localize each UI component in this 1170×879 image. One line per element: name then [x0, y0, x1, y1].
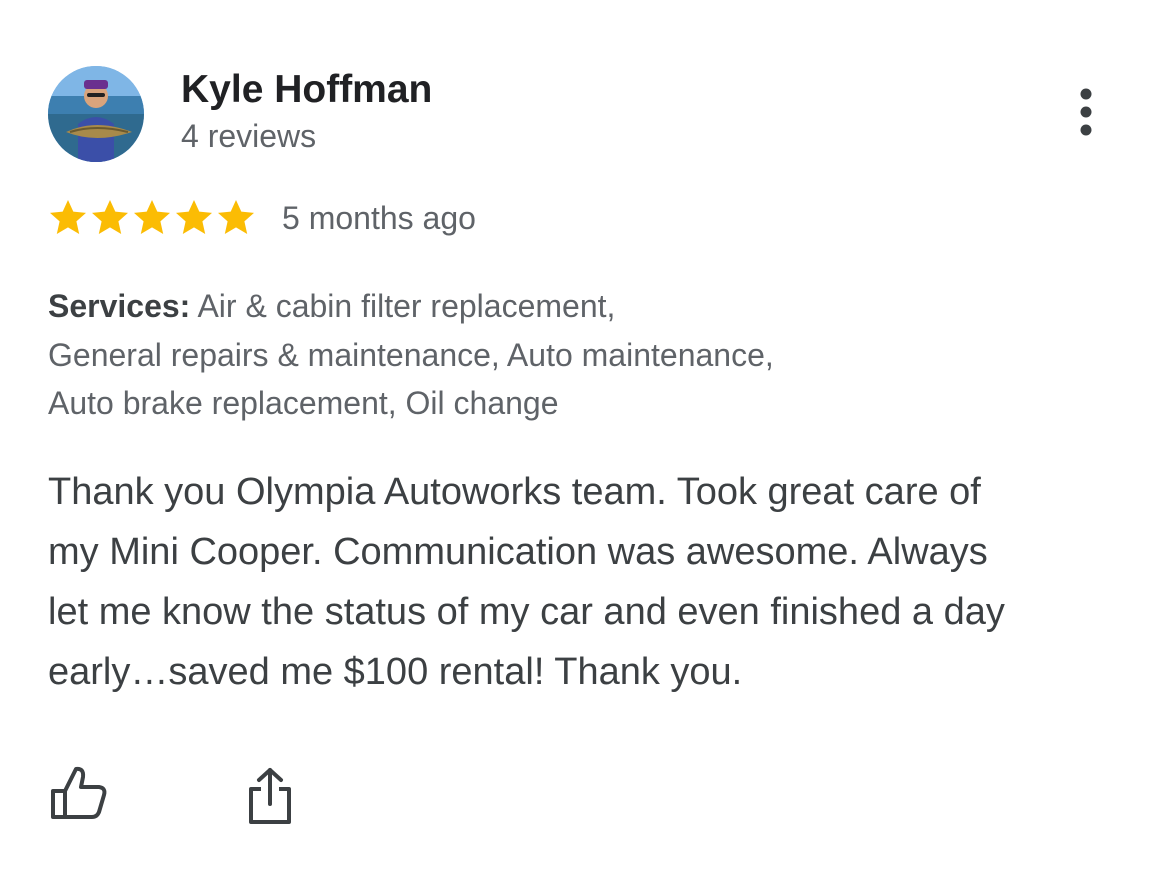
review-text-line: Thank you Olympia Autoworks team. Took g… [48, 471, 981, 513]
review-text: Thank you Olympia Autoworks team. Took g… [48, 462, 1138, 702]
review-text-line: let me know the status of my car and eve… [48, 591, 1005, 633]
review-text-line: early…saved me $100 rental! Thank you. [48, 651, 743, 693]
author-review-count[interactable]: 4 reviews [181, 116, 316, 156]
avatar-image [48, 66, 144, 162]
services-value: Air & cabin filter replacement, [190, 288, 616, 324]
star-rating [48, 198, 256, 238]
thumbs-up-icon [51, 766, 107, 819]
services-label: Services: [48, 288, 191, 324]
rating-row: 5 months ago [48, 196, 476, 240]
share-button[interactable] [244, 766, 296, 826]
star-icon [50, 200, 86, 234]
star-icon [92, 200, 128, 234]
services-value: General repairs & maintenance, Auto main… [48, 336, 774, 373]
avatar[interactable] [48, 66, 144, 162]
star-icon [218, 200, 254, 234]
star-icon [176, 200, 212, 234]
more-vert-icon [1080, 88, 1092, 136]
like-button[interactable] [48, 764, 112, 824]
services-list: Services: Air & cabin filter replacement… [48, 282, 908, 428]
review-card: Kyle Hoffman 4 reviews 5 months ago Serv… [0, 0, 1170, 879]
services-line: Services: Air & cabin filter replacement… [48, 282, 908, 331]
star-icon [134, 200, 170, 234]
more-options-button[interactable] [1060, 84, 1112, 142]
author-name[interactable]: Kyle Hoffman [181, 66, 432, 114]
review-text-line: my Mini Cooper. Communication was awesom… [48, 531, 988, 573]
review-time: 5 months ago [282, 200, 476, 236]
share-icon [249, 768, 291, 824]
services-value: Auto brake replacement, Oil change [48, 385, 559, 421]
